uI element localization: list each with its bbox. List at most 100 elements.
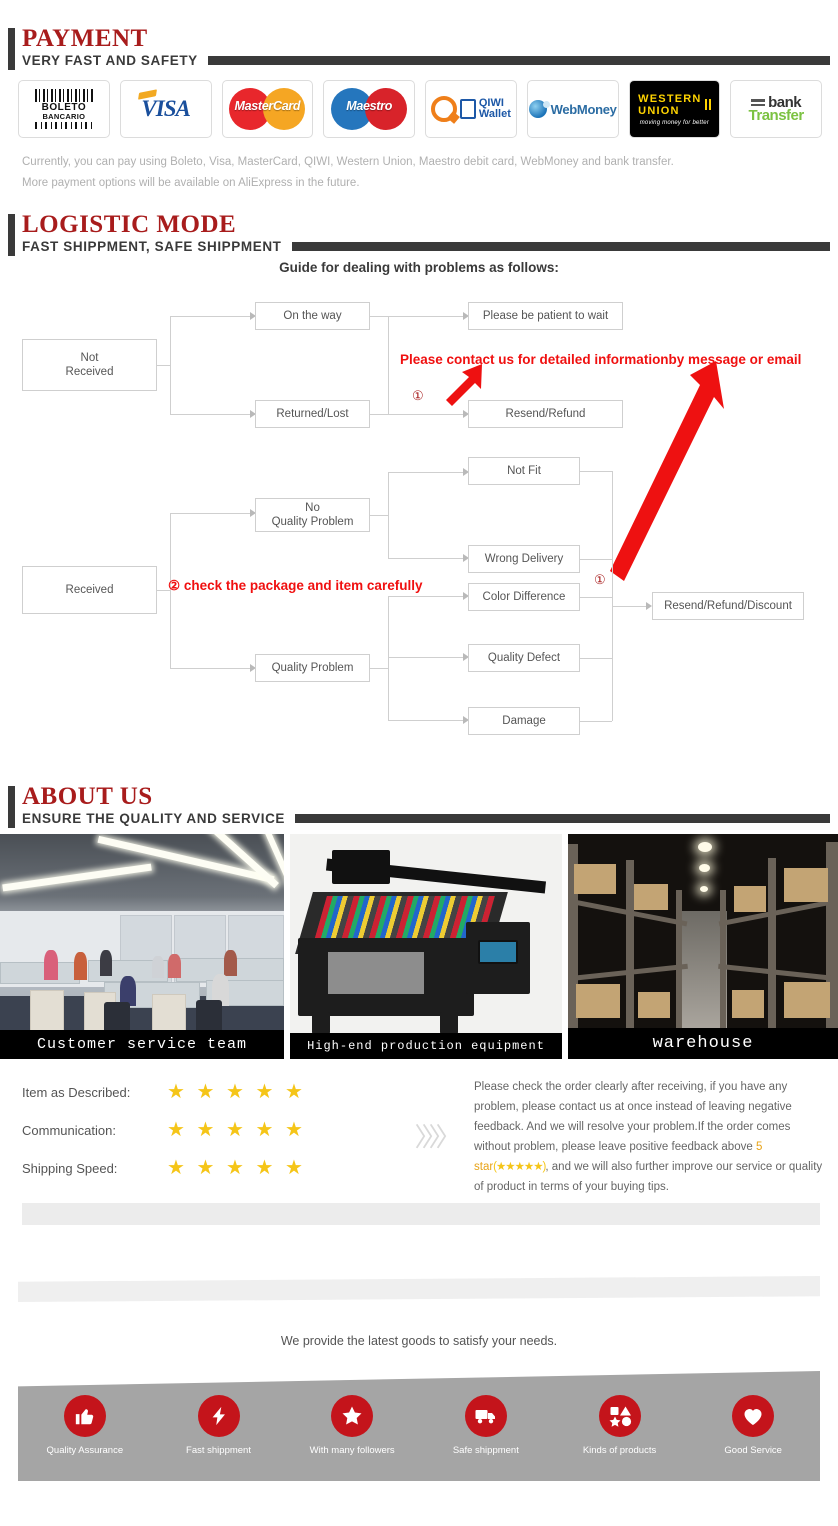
qiwi-circle-icon — [430, 96, 457, 122]
badge-quality-assurance: Quality Assurance — [18, 1381, 152, 1476]
webmoney-text: WebMoney — [550, 101, 617, 117]
wu-bars-icon — [704, 99, 711, 110]
office-photo-caption: Customer service team — [0, 1030, 284, 1059]
badge-label: With many followers — [309, 1445, 395, 1456]
flow-connector — [370, 668, 388, 669]
star-icon — [331, 1395, 374, 1437]
transfer-text: Transfer — [748, 107, 805, 124]
badge-label: Kinds of products — [582, 1445, 657, 1456]
flow-connector — [388, 657, 466, 658]
stored-box — [576, 984, 620, 1018]
payment-note-line2: More payment options will be available o… — [22, 177, 360, 189]
barcode-icon — [34, 89, 93, 103]
flow-connector — [388, 414, 466, 415]
qiwi-wallet-logo: QIWI Wallet — [425, 80, 517, 138]
flow-box-damage: Damage — [468, 707, 580, 735]
control-panel — [478, 940, 518, 964]
about-photos-row: Customer service team High-end productio… — [0, 834, 838, 1059]
flow-box-quality-defect: Quality Defect — [468, 644, 580, 672]
printer-photo-caption: High-end production equipment — [290, 1033, 562, 1059]
wu-line2: UNION — [638, 104, 680, 117]
badge-with-many-followers: With many followers — [285, 1381, 419, 1476]
badge-label: Safe shippment — [452, 1445, 519, 1456]
about-subtitle: ENSURE THE QUALITY AND SERVICE — [22, 811, 286, 826]
payment-note: Currently, you can pay using Boleto, Vis… — [0, 138, 838, 194]
logistic-subtitle: FAST SHIPPMENT, SAFE SHIPPMENT — [22, 239, 282, 254]
warehouse-photo: warehouse — [568, 834, 838, 1059]
printer-leg — [440, 1012, 458, 1034]
flow-connector — [612, 471, 613, 721]
badge-label: Good Service — [724, 1445, 782, 1456]
flow-box-wrong-delivery: Wrong Delivery — [468, 545, 580, 573]
rating-row: Communication: ★ ★ ★ ★ ★ — [22, 1111, 400, 1149]
flow-note-check-package: ② check the package and item carefully — [168, 578, 423, 593]
stored-box — [784, 982, 830, 1018]
rating-row: Shipping Speed: ★ ★ ★ ★ ★ — [22, 1149, 400, 1187]
stored-box — [574, 864, 616, 894]
shelf-rack — [626, 860, 634, 1050]
webmoney-logo: WebMoney — [526, 80, 619, 138]
flow-connector — [612, 606, 650, 607]
wu-tagline: moving money for better — [639, 119, 710, 126]
flow-box-not-received: Not Received — [22, 339, 157, 391]
flow-connector — [388, 472, 389, 558]
flow-connector — [170, 668, 253, 669]
header-left-bar — [8, 28, 15, 70]
flow-connector — [157, 365, 171, 366]
flow-box-color-difference: Color Difference — [468, 583, 580, 611]
badge-good-service: Good Service — [686, 1381, 820, 1476]
flow-marker-one-top: ① — [412, 388, 424, 403]
header-right-bar — [295, 814, 830, 823]
ratings-section: Item as Described: ★ ★ ★ ★ ★ Communicati… — [0, 1059, 838, 1197]
flow-connector — [170, 513, 253, 514]
mastercard-logo: MasterCard — [221, 80, 314, 138]
flow-box-on-the-way: On the way — [255, 302, 370, 330]
flow-box-no-quality-problem: No Quality Problem — [255, 498, 370, 532]
flow-connector — [388, 316, 389, 414]
feedback-part1: Please check the order clearly after rec… — [474, 1081, 792, 1153]
flow-box-be-patient: Please be patient to wait — [468, 302, 623, 330]
badge-fast-shippment: Fast shippment — [152, 1381, 286, 1476]
flow-box-not-fit: Not Fit — [468, 457, 580, 485]
rating-label: Communication: — [22, 1122, 116, 1138]
flow-connector — [370, 316, 388, 317]
flowchart-guide-title: Guide for dealing with problems as follo… — [279, 260, 559, 275]
rating-row: Item as Described: ★ ★ ★ ★ ★ — [22, 1073, 400, 1111]
qiwi-line2: Wallet — [478, 108, 511, 120]
barcode-icon-bottom — [34, 121, 93, 129]
person — [224, 950, 237, 976]
divider-strip — [22, 1203, 820, 1225]
rating-label: Shipping Speed: — [22, 1160, 118, 1176]
flow-connector — [580, 559, 612, 560]
header-left-bar — [8, 786, 15, 828]
about-title: ABOUT US — [22, 783, 153, 810]
chair — [196, 1000, 222, 1034]
thumbs-up-icon — [63, 1395, 106, 1437]
header-left-bar — [8, 214, 15, 256]
visa-text: VISA — [141, 96, 190, 121]
desk — [30, 990, 64, 1034]
shelf-rack — [768, 858, 776, 1050]
logistic-title: LOGISTIC MODE — [22, 211, 237, 238]
person — [168, 954, 181, 978]
wu-line1: WESTERN — [638, 92, 702, 105]
feedback-text: Please check the order clearly after rec… — [470, 1073, 838, 1197]
qiwi-wallet-icon — [459, 99, 476, 119]
payment-logos-row: BOLETO BANCARIO VISA MasterCard Maestro … — [0, 68, 838, 138]
printer-side-panel — [328, 952, 424, 994]
badge-kinds-of-products: Kinds of products — [553, 1381, 687, 1476]
maestro-logo: Maestro — [323, 80, 415, 138]
shapes-icon — [598, 1395, 641, 1437]
flow-box-quality-problem: Quality Problem — [255, 654, 370, 682]
flow-connector — [580, 721, 612, 722]
boleto-line2: BANCARIO — [42, 112, 86, 122]
visa-logo: VISA — [119, 80, 212, 138]
footer-badges: Quality Assurance Fast shippment With ma… — [18, 1381, 820, 1476]
red-arrow-large — [610, 361, 724, 581]
person — [100, 950, 112, 976]
printer-leg — [312, 1012, 330, 1034]
boleto-bancario-logo: BOLETO BANCARIO — [18, 80, 110, 138]
flow-connector — [580, 597, 612, 598]
flow-connector — [388, 720, 466, 721]
chevron-right-icon: 〉〉〉〉 — [414, 1121, 461, 1152]
